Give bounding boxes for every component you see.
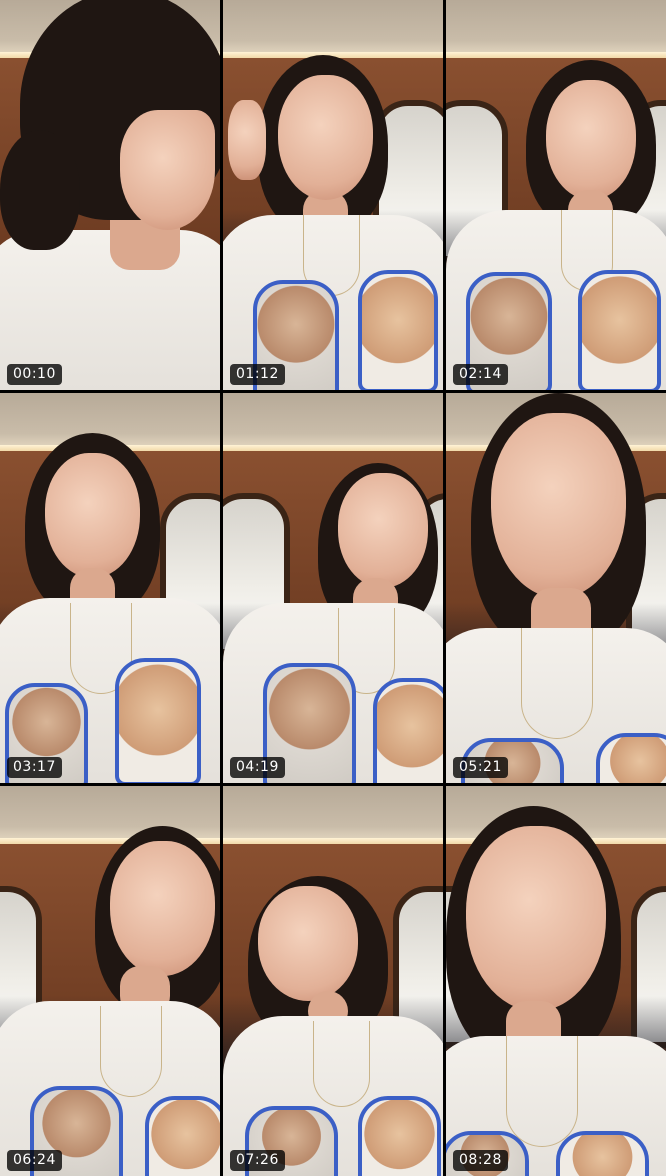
- video-thumbnail[interactable]: 08:28: [446, 786, 666, 1176]
- timestamp-badge: 03:17: [7, 757, 62, 778]
- timestamp-badge: 06:24: [7, 1150, 62, 1171]
- timestamp-badge: 04:19: [230, 757, 285, 778]
- video-thumbnail[interactable]: 03:17: [0, 393, 220, 783]
- thumbnail-image: [0, 0, 220, 390]
- video-thumbnail[interactable]: 06:24: [0, 786, 220, 1176]
- thumbnail-image: [223, 786, 443, 1176]
- video-thumbnail-grid: 00:10 01:12 02:14 03:17 04:19 05:21 06:2…: [0, 0, 666, 1176]
- thumbnail-image: [446, 786, 666, 1176]
- thumbnail-image: [223, 0, 443, 390]
- video-thumbnail[interactable]: 05:21: [446, 393, 666, 783]
- video-thumbnail[interactable]: 04:19: [223, 393, 443, 783]
- timestamp-badge: 08:28: [453, 1150, 508, 1171]
- thumbnail-image: [446, 393, 666, 783]
- timestamp-badge: 02:14: [453, 364, 508, 385]
- timestamp-badge: 07:26: [230, 1150, 285, 1171]
- thumbnail-image: [446, 0, 666, 390]
- video-thumbnail[interactable]: 00:10: [0, 0, 220, 390]
- thumbnail-image: [223, 393, 443, 783]
- video-thumbnail[interactable]: 07:26: [223, 786, 443, 1176]
- timestamp-badge: 01:12: [230, 364, 285, 385]
- thumbnail-image: [0, 786, 220, 1176]
- video-thumbnail[interactable]: 01:12: [223, 0, 443, 390]
- timestamp-badge: 05:21: [453, 757, 508, 778]
- timestamp-badge: 00:10: [7, 364, 62, 385]
- thumbnail-image: [0, 393, 220, 783]
- video-thumbnail[interactable]: 02:14: [446, 0, 666, 390]
